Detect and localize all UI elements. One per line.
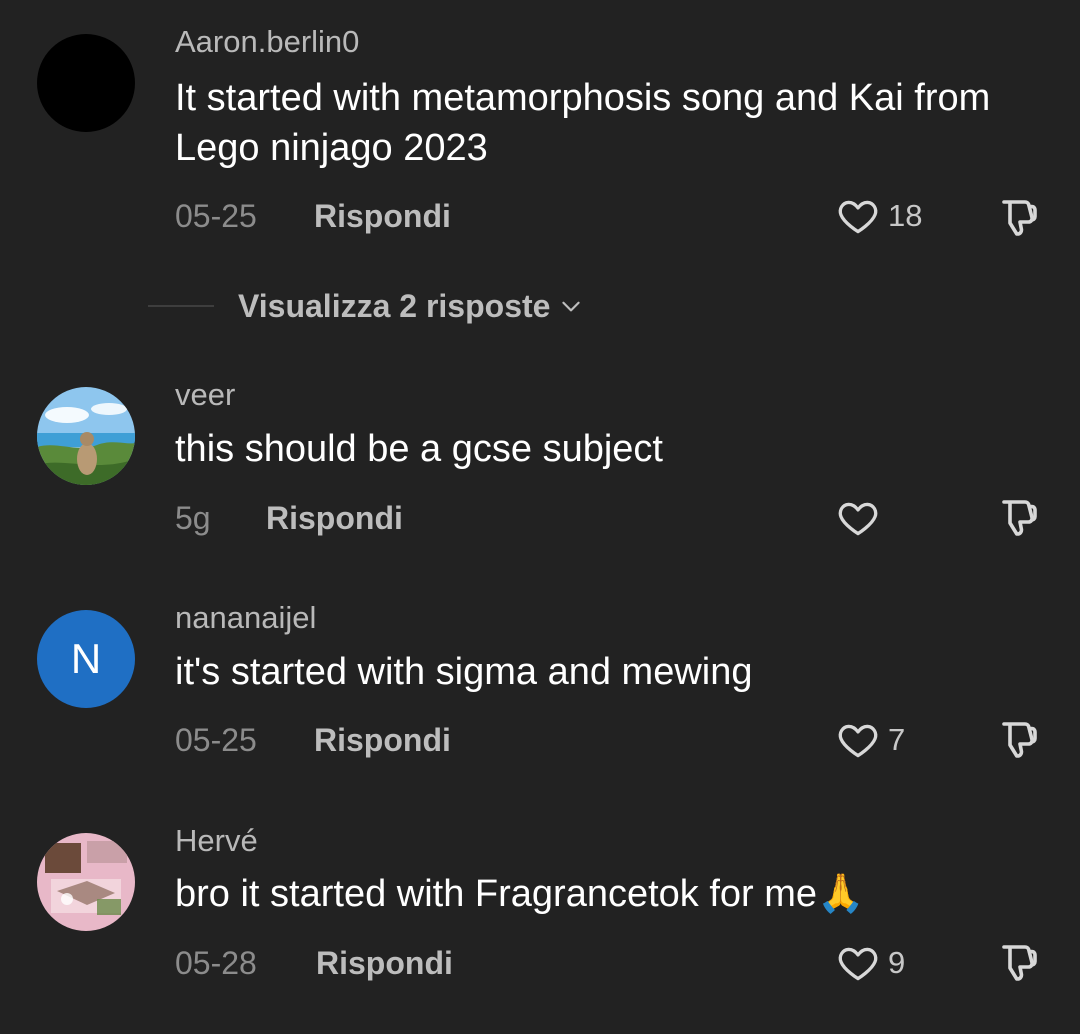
heart-icon: [838, 724, 878, 758]
avatar-letter: N: [70, 635, 102, 682]
avatar[interactable]: [37, 387, 135, 485]
like-count: 7: [888, 722, 906, 757]
photo-avatar-icon: [37, 387, 135, 485]
comment-date: 05-28: [175, 945, 257, 981]
thumbs-down-icon[interactable]: [994, 494, 1042, 542]
like-count: 18: [888, 198, 923, 233]
comment-date: 05-25: [175, 722, 257, 758]
heart-icon: [838, 502, 878, 536]
reply-button[interactable]: Rispondi: [266, 500, 403, 537]
comment-username[interactable]: veer: [175, 377, 235, 413]
view-replies-toggle[interactable]: Visualizza 2 risposte: [148, 284, 584, 328]
divider: [148, 305, 214, 307]
comment-text: it's started with sigma and mewing: [175, 651, 753, 693]
comment-date: 5g: [175, 500, 211, 536]
comment-username[interactable]: Hervé: [175, 823, 258, 859]
chevron-down-icon: [562, 301, 581, 312]
photo-avatar-icon: [37, 833, 135, 931]
like-button[interactable]: 18: [836, 194, 922, 238]
thumbs-down-icon[interactable]: [994, 716, 1042, 764]
like-button[interactable]: [836, 496, 888, 540]
reply-button[interactable]: Rispondi: [314, 722, 451, 759]
like-count: 9: [888, 945, 906, 980]
comment-username[interactable]: Aaron.berlin0: [175, 24, 359, 60]
avatar[interactable]: [37, 34, 135, 132]
avatar[interactable]: [37, 833, 135, 931]
thumbs-down-icon[interactable]: [994, 939, 1042, 987]
like-button[interactable]: 9: [836, 941, 905, 985]
reply-button[interactable]: Rispondi: [314, 198, 451, 235]
comment-text: It started with metamorphosis song and K…: [175, 77, 991, 169]
comment-text: bro it started with Fragrancetok for me🙏: [175, 873, 865, 915]
like-button[interactable]: 7: [836, 718, 905, 762]
avatar[interactable]: N: [37, 610, 135, 708]
comment-username[interactable]: nananaijel: [175, 600, 316, 636]
comment-date: 05-25: [175, 198, 257, 234]
view-replies-label: Visualizza 2 risposte: [238, 287, 551, 324]
heart-icon: [838, 200, 878, 234]
thumbs-down-icon[interactable]: [994, 194, 1042, 242]
heart-icon: [838, 947, 878, 981]
reply-button[interactable]: Rispondi: [316, 945, 453, 982]
comment-text: this should be a gcse subject: [175, 428, 663, 470]
